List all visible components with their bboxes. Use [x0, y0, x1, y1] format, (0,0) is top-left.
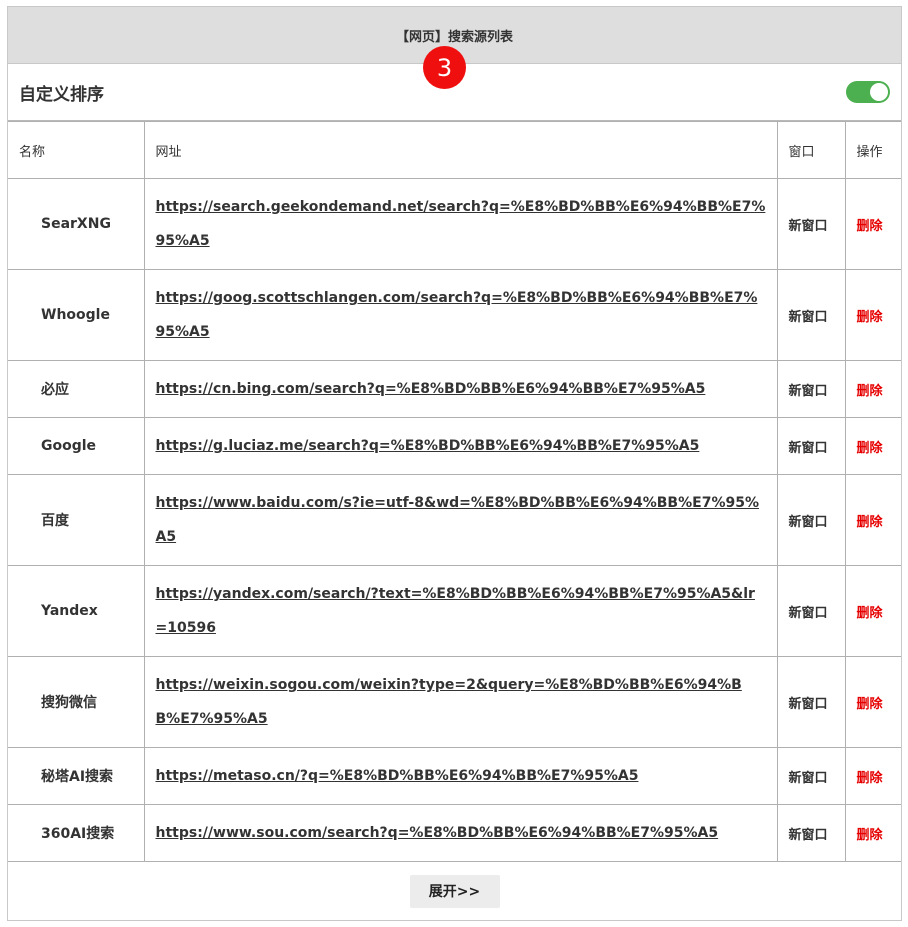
source-name: Yandex: [8, 565, 145, 657]
source-url-link[interactable]: https://www.baidu.com/s?ie=utf-8&wd=%E8%…: [156, 486, 766, 554]
window-mode[interactable]: 新窗口: [776, 656, 846, 748]
window-mode[interactable]: 新窗口: [776, 360, 846, 418]
column-header-url: 网址: [143, 121, 778, 179]
delete-button[interactable]: 删除: [857, 697, 883, 712]
step-badge: 3: [423, 46, 466, 89]
action-cell: 删除: [844, 747, 901, 805]
source-url-link[interactable]: https://weixin.sogou.com/weixin?type=2&q…: [156, 668, 766, 736]
source-name: 搜狗微信: [8, 656, 145, 748]
table-row: SearXNG https://search.geekondemand.net/s…: [8, 178, 901, 270]
custom-sort-label: 自定义排序: [19, 84, 104, 105]
source-name: 秘塔AI搜索: [8, 747, 145, 805]
window-mode[interactable]: 新窗口: [776, 474, 846, 566]
source-name: Whoogle: [8, 269, 145, 361]
delete-button[interactable]: 删除: [857, 771, 883, 786]
source-url-link[interactable]: https://g.luciaz.me/search?q=%E8%BD%BB%E…: [156, 429, 766, 463]
window-mode[interactable]: 新窗口: [776, 804, 846, 862]
action-cell: 删除: [844, 178, 901, 270]
action-cell: 删除: [844, 360, 901, 418]
search-source-panel: 【网页】搜索源列表 自定义排序 名称 网址 窗口 操作 SearXNG https…: [7, 6, 902, 921]
table-row: Yandex https://yandex.com/search/?text=%E…: [8, 565, 901, 657]
source-url-cell: https://metaso.cn/?q=%E8%BD%BB%E6%94%BB%…: [143, 747, 778, 805]
source-url-link[interactable]: https://cn.bing.com/search?q=%E8%BD%BB%E…: [156, 372, 766, 406]
search-source-table: 名称 网址 窗口 操作 SearXNG https://search.geekon…: [8, 121, 901, 862]
delete-button[interactable]: 删除: [857, 219, 883, 234]
source-url-link[interactable]: https://goog.scottschlangen.com/search?q…: [156, 281, 766, 349]
delete-button[interactable]: 删除: [857, 828, 883, 843]
delete-button[interactable]: 删除: [857, 515, 883, 530]
window-mode[interactable]: 新窗口: [776, 269, 846, 361]
delete-button[interactable]: 删除: [857, 384, 883, 399]
source-name: SearXNG: [8, 178, 145, 270]
expand-button[interactable]: 展开>>: [409, 874, 500, 908]
source-url-cell: https://www.baidu.com/s?ie=utf-8&wd=%E8%…: [143, 474, 778, 566]
custom-sort-toggle[interactable]: [846, 81, 890, 103]
table-row: Google https://g.luciaz.me/search?q=%E8%B…: [8, 417, 901, 475]
delete-button[interactable]: 删除: [857, 441, 883, 456]
source-url-cell: https://search.geekondemand.net/search?q…: [143, 178, 778, 270]
step-badge-number: 3: [436, 53, 453, 82]
action-cell: 删除: [844, 417, 901, 475]
table-footer: 展开>>: [8, 862, 901, 920]
action-cell: 删除: [844, 474, 901, 566]
source-url-cell: https://weixin.sogou.com/weixin?type=2&q…: [143, 656, 778, 748]
toggle-knob: [870, 83, 888, 101]
table-header-row: 名称 网址 窗口 操作: [8, 121, 901, 179]
delete-button[interactable]: 删除: [857, 606, 883, 621]
window-mode[interactable]: 新窗口: [776, 747, 846, 805]
action-cell: 删除: [844, 804, 901, 862]
source-name: 百度: [8, 474, 145, 566]
source-url-cell: https://www.sou.com/search?q=%E8%BD%BB%E…: [143, 804, 778, 862]
source-name: 360AI搜索: [8, 804, 145, 862]
source-url-link[interactable]: https://www.sou.com/search?q=%E8%BD%BB%E…: [156, 816, 766, 850]
table-row: Whoogle https://goog.scottschlangen.com/s…: [8, 269, 901, 361]
window-mode[interactable]: 新窗口: [776, 565, 846, 657]
action-cell: 删除: [844, 565, 901, 657]
window-mode[interactable]: 新窗口: [776, 178, 846, 270]
panel-title: 【网页】搜索源列表: [395, 29, 513, 45]
source-name: Google: [8, 417, 145, 475]
table-row: 百度 https://www.baidu.com/s?ie=utf-8&wd=%E…: [8, 474, 901, 566]
source-url-cell: https://yandex.com/search/?text=%E8%BD%B…: [143, 565, 778, 657]
delete-button[interactable]: 删除: [857, 310, 883, 325]
source-url-cell: https://cn.bing.com/search?q=%E8%BD%BB%E…: [143, 360, 778, 418]
action-cell: 删除: [844, 269, 901, 361]
table-row: 360AI搜索 https://www.sou.com/search?q=%E8%…: [8, 804, 901, 862]
column-header-action: 操作: [844, 121, 901, 179]
column-header-window: 窗口: [776, 121, 846, 179]
source-url-link[interactable]: https://yandex.com/search/?text=%E8%BD%B…: [156, 577, 766, 645]
table-row: 必应 https://cn.bing.com/search?q=%E8%BD%BB…: [8, 360, 901, 418]
source-url-cell: https://goog.scottschlangen.com/search?q…: [143, 269, 778, 361]
table-row: 搜狗微信 https://weixin.sogou.com/weixin?type…: [8, 656, 901, 748]
source-url-link[interactable]: https://metaso.cn/?q=%E8%BD%BB%E6%94%BB%…: [156, 759, 766, 793]
source-url-link[interactable]: https://search.geekondemand.net/search?q…: [156, 190, 766, 258]
table-row: 秘塔AI搜索 https://metaso.cn/?q=%E8%BD%BB%E6%…: [8, 747, 901, 805]
window-mode[interactable]: 新窗口: [776, 417, 846, 475]
action-cell: 删除: [844, 656, 901, 748]
column-header-name: 名称: [8, 121, 145, 179]
source-name: 必应: [8, 360, 145, 418]
source-url-cell: https://g.luciaz.me/search?q=%E8%BD%BB%E…: [143, 417, 778, 475]
